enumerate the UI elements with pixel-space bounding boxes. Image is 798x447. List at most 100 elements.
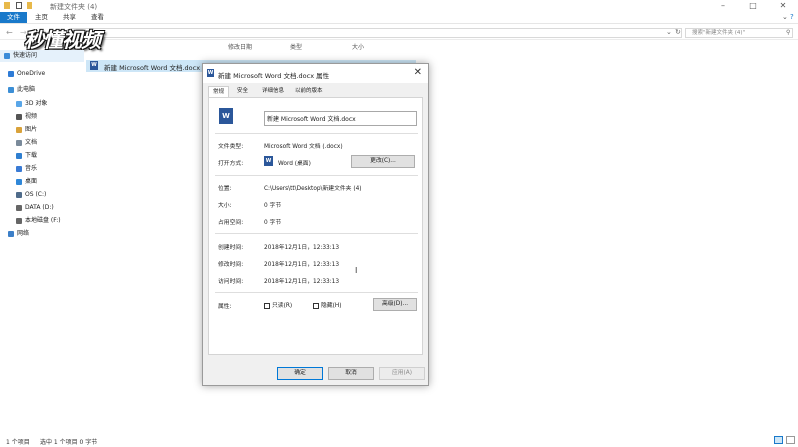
dropdown-icon[interactable]: ⌄ [666, 28, 672, 36]
computer-icon [8, 86, 14, 93]
sidebar-item[interactable]: 此电脑 [0, 84, 84, 96]
sidebar-item[interactable]: 文档 [0, 137, 84, 149]
status-bar: 1 个项目 选中 1 个项目 0 字节 [0, 433, 798, 447]
music-icon [16, 165, 22, 172]
location-label: 位置: [218, 186, 232, 192]
disksize-label: 占用空间: [218, 220, 244, 226]
column-header-size[interactable]: 大小 [352, 42, 364, 51]
sidebar-item[interactable]: 桌面 [0, 176, 84, 188]
readonly-checkbox[interactable]: 只读(R) [264, 300, 292, 309]
checkbox-box[interactable] [264, 302, 270, 309]
help-icon[interactable]: ? [790, 13, 794, 21]
file-list: 修改日期 类型 大小 W 新建 Microsoft Word 文档.docx [84, 42, 798, 422]
filetype-value: Microsoft Word 文档 (.docx) [264, 144, 343, 150]
sidebar-item-label: 桌面 [25, 178, 38, 185]
ribbon-tabs: 文件 主页 共享 查看 ⌄ ? [0, 12, 798, 24]
refresh-icon[interactable]: ↻ [675, 28, 681, 36]
document-icon [16, 139, 22, 146]
created-value: 2018年12月1日，12:33:13 [264, 245, 340, 251]
apply-button[interactable]: 应用(A) [379, 367, 425, 380]
tab-view[interactable]: 查看 [84, 12, 111, 23]
large-icons-view-icon[interactable] [786, 436, 795, 444]
drive-icon [16, 204, 22, 211]
properties-dialog: W 新建 Microsoft Word 文档.docx 属性 ✕ 常规 安全 详… [202, 63, 429, 386]
tab-home[interactable]: 主页 [28, 12, 55, 23]
tab-general[interactable]: 常规 [208, 86, 230, 97]
sidebar-item-label: OS (C:) [25, 191, 47, 198]
file-name: 新建 Microsoft Word 文档.docx [104, 64, 201, 72]
size-label: 大小: [218, 203, 232, 209]
sidebar-item-label: 本地磁盘 (F:) [25, 217, 61, 224]
window-titlebar: 新建文件夹 (4) – □ ✕ [0, 0, 798, 12]
desktop-icon [16, 178, 22, 185]
sidebar-item[interactable]: 3D 对象 [0, 98, 84, 110]
properties-icon[interactable] [16, 2, 22, 9]
text-cursor-icon: I [355, 266, 358, 275]
sidebar-item-label: OneDrive [17, 70, 46, 77]
sidebar-item[interactable]: 下载 [0, 150, 84, 162]
sidebar-item[interactable]: 网络 [0, 228, 84, 240]
column-header-type[interactable]: 类型 [290, 42, 302, 51]
sidebar-item[interactable]: OneDrive [0, 68, 84, 80]
chevron-down-icon[interactable]: ⌄ [782, 13, 788, 21]
sidebar-item[interactable]: 本地磁盘 (F:) [0, 215, 84, 227]
close-window-button[interactable]: ✕ [768, 0, 798, 12]
filename-field[interactable]: 新建 Microsoft Word 文档.docx [264, 111, 417, 126]
close-icon[interactable]: ✕ [414, 67, 422, 78]
drive-icon [16, 191, 22, 198]
drive-icon [16, 217, 22, 224]
selection-info: 选中 1 个项目 0 字节 [40, 439, 98, 446]
column-header-modified[interactable]: 修改日期 [228, 42, 252, 51]
minimize-button[interactable]: – [708, 0, 738, 12]
divider [215, 133, 418, 134]
cancel-button[interactable]: 取消 [328, 367, 374, 380]
location-value: C:\Users\tt\Desktop\新建文件夹 (4) [264, 186, 362, 192]
sidebar-item[interactable]: 视频 [0, 111, 84, 123]
sidebar-item[interactable]: OS (C:) [0, 189, 84, 201]
dialog-title: 新建 Microsoft Word 文档.docx 属性 [218, 72, 330, 80]
size-value: 0 字节 [264, 203, 282, 209]
checkbox-box[interactable] [313, 302, 319, 309]
sidebar-item-label: 视频 [25, 113, 38, 120]
details-view-icon[interactable] [774, 436, 783, 444]
back-arrow-icon[interactable]: ← [6, 28, 13, 37]
item-count: 1 个项目 [6, 439, 30, 446]
hidden-checkbox[interactable]: 隐藏(H) [313, 300, 341, 309]
tab-share[interactable]: 共享 [56, 12, 83, 23]
tab-file[interactable]: 文件 [0, 12, 27, 23]
advanced-button[interactable]: 高级(D)... [373, 298, 417, 311]
dialog-titlebar: W 新建 Microsoft Word 文档.docx 属性 ✕ [203, 64, 428, 83]
change-button[interactable]: 更改(C)... [351, 155, 415, 168]
openwith-label: 打开方式: [218, 161, 244, 167]
maximize-button[interactable]: □ [738, 0, 768, 12]
word-app-icon: W [264, 156, 273, 166]
cube-icon [16, 100, 22, 107]
sidebar-item-label: 快速访问 [13, 52, 38, 59]
new-folder-icon[interactable] [27, 2, 32, 9]
hidden-label: 隐藏(H) [321, 303, 342, 309]
modified-label: 修改时间: [218, 262, 244, 268]
sidebar-item-label: 网络 [17, 230, 30, 237]
sidebar-item-label: 文档 [25, 139, 38, 146]
sidebar-item[interactable]: 音乐 [0, 163, 84, 175]
sidebar-item-label: 下载 [25, 152, 38, 159]
accessed-value: 2018年12月1日，12:33:13 [264, 279, 340, 285]
modified-value: 2018年12月1日，12:33:13 [264, 262, 340, 268]
network-icon [8, 230, 14, 237]
sidebar-item-label: 3D 对象 [25, 100, 48, 107]
address-bar-row: ← → ⌄ ↻ 搜索"新建文件夹 (4)" ⚲ [0, 26, 798, 40]
tab-previous-versions[interactable]: 以前的版本 [291, 86, 327, 97]
sidebar-item[interactable]: DATA (D:) [0, 202, 84, 214]
address-field[interactable] [70, 28, 682, 38]
search-icon: ⚲ [786, 29, 791, 36]
sidebar-item-label: DATA (D:) [25, 204, 54, 211]
ok-button[interactable]: 确定 [277, 367, 323, 380]
general-panel: W 新建 Microsoft Word 文档.docx 文件类型: Micros… [208, 97, 423, 355]
sidebar-item[interactable]: 图片 [0, 124, 84, 136]
filetype-label: 文件类型: [218, 144, 244, 150]
tab-security[interactable]: 安全 [233, 86, 252, 97]
tab-details[interactable]: 详细信息 [258, 86, 288, 97]
sidebar-item[interactable]: 快速访问 [0, 50, 84, 62]
search-input[interactable]: 搜索"新建文件夹 (4)" [685, 28, 793, 38]
word-document-icon: W [219, 108, 233, 124]
